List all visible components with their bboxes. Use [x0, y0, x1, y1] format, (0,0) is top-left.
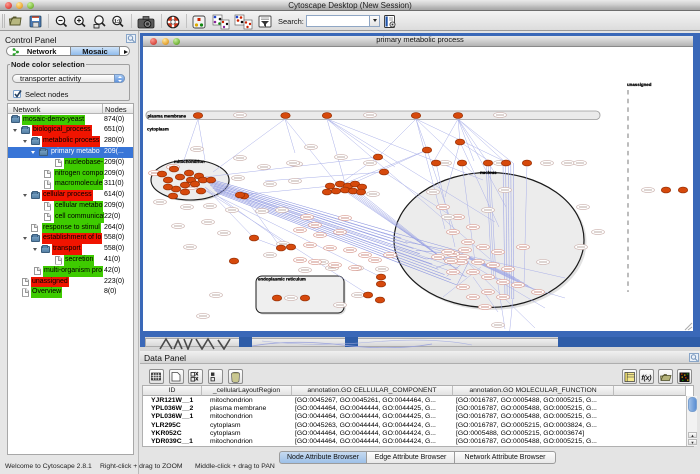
svg-text:1:1: 1:1	[114, 18, 121, 23]
svg-text:endoplasmic reticulum: endoplasmic reticulum	[258, 277, 306, 282]
svg-text:nucleus: nucleus	[480, 170, 497, 175]
svg-text:f(x): f(x)	[642, 374, 652, 382]
svg-text:mitochondrion: mitochondrion	[174, 159, 205, 164]
svg-text:unassigned: unassigned	[627, 82, 652, 87]
svg-text:cytoplasm: cytoplasm	[147, 127, 169, 132]
svg-text:plasma membrane: plasma membrane	[148, 114, 187, 119]
